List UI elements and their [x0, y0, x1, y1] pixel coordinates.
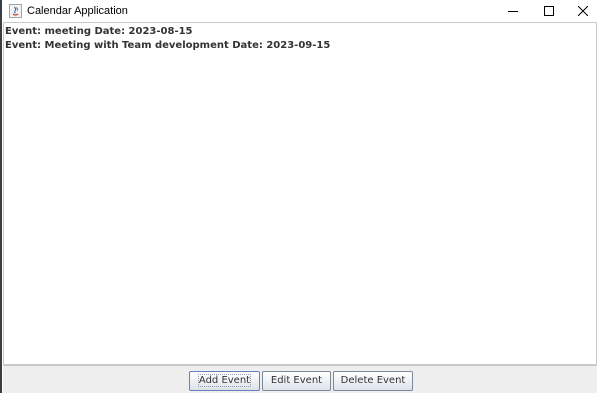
close-icon: [578, 6, 588, 16]
add-event-label: Add Event: [197, 374, 252, 387]
window-title: Calendar Application: [27, 5, 128, 17]
title-bar[interactable]: Calendar Application: [2, 0, 600, 22]
calendar-window: Calendar Application Event: meeting Date…: [0, 0, 600, 393]
button-bar: Add Event Edit Event Delete Event: [3, 365, 597, 393]
add-event-button[interactable]: Add Event: [189, 371, 260, 391]
event-list-area[interactable]: Event: meeting Date: 2023-08-15 Event: M…: [3, 22, 597, 365]
window-left-edge: [0, 0, 2, 393]
event-list[interactable]: Event: meeting Date: 2023-08-15 Event: M…: [5, 25, 330, 53]
delete-event-button[interactable]: Delete Event: [333, 371, 413, 391]
list-item[interactable]: Event: meeting Date: 2023-08-15: [5, 25, 330, 39]
delete-event-label: Delete Event: [340, 375, 406, 386]
minimize-icon: [508, 6, 518, 16]
list-item[interactable]: Event: Meeting with Team development Dat…: [5, 39, 330, 53]
edit-event-button[interactable]: Edit Event: [262, 371, 331, 391]
maximize-icon: [544, 6, 554, 16]
edit-event-label: Edit Event: [270, 375, 323, 386]
java-app-icon: [9, 4, 22, 18]
close-button[interactable]: [560, 0, 600, 22]
